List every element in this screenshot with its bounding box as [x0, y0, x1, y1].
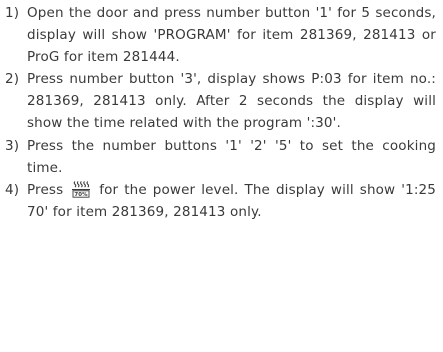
step-2: 2) Press number button '3', display show… — [0, 68, 436, 134]
step-text: Press number button '3', display shows P… — [27, 71, 436, 132]
instruction-document: 1) Open the door and press number button… — [0, 2, 436, 223]
step-3: 3) Press the number buttons '1' '2' '5' … — [0, 135, 436, 179]
step-1: 1) Open the door and press number button… — [0, 2, 436, 68]
power-level-icon: 70% — [70, 180, 92, 198]
step-number: 3) — [5, 137, 20, 154]
step-text: Press the number buttons '1' '2' '5' to … — [27, 137, 436, 176]
step-number: 1) — [5, 5, 20, 21]
power-level-icon-label: 70% — [75, 192, 89, 198]
step-number: 2) — [5, 71, 20, 88]
step-text: Open the door and press number button '1… — [27, 5, 436, 66]
step-number: 4) — [5, 181, 20, 198]
step-text-before-icon: Press — [27, 181, 64, 198]
step-4: 4) Press 70% for the power level. The di… — [0, 179, 436, 223]
